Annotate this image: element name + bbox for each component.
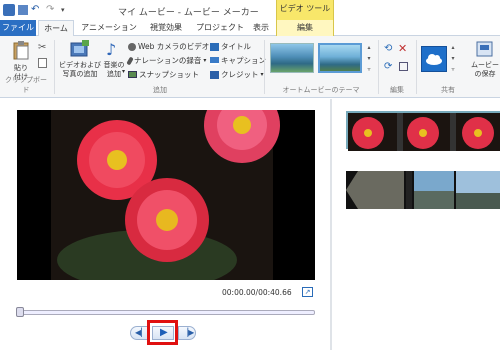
chevron-down-icon: ▾	[203, 57, 207, 64]
flower-image	[51, 110, 280, 280]
clipboard-group-label: クリップボード	[5, 76, 47, 94]
ribbon-tabs: ファイル ホーム アニメーション 視覚効果 プロジェクト 表示 編集	[0, 20, 500, 37]
save-movie-label: ムービー の保存	[471, 61, 499, 78]
narration-label: ナレーションの録音	[134, 56, 202, 65]
ribbon: 貼り 付け ✂ クリップボード ビデオおよび 写真の追加 ♪ 音楽の 追加 ▾ …	[0, 36, 500, 98]
rotate-right-icon[interactable]: ⟳	[384, 61, 392, 72]
customize-qa-icon[interactable]: ▾	[61, 4, 73, 16]
paste-icon	[13, 41, 29, 60]
more-icon[interactable]: ▿	[365, 64, 373, 75]
playback-time: 00:00.00/00:40.66	[222, 288, 292, 297]
title-label: タイトル	[221, 42, 251, 51]
microphone-icon	[126, 56, 134, 65]
save-icon[interactable]	[18, 5, 28, 15]
theme-scroll[interactable]: ▴ ▾ ▿	[365, 42, 373, 76]
select-all-icon[interactable]	[399, 62, 408, 71]
seek-bar[interactable]	[17, 310, 315, 315]
clip-2-image	[346, 171, 500, 209]
copy-icon[interactable]	[38, 58, 47, 68]
separator	[54, 40, 55, 94]
webcam-icon	[128, 42, 136, 51]
add-video-icon	[70, 40, 89, 57]
next-frame-button[interactable]: ▕▶	[178, 326, 196, 340]
add-video-label: ビデオおよび 写真の追加	[59, 61, 101, 78]
previous-frame-button[interactable]: ◀▏	[130, 326, 148, 340]
save-movie-button[interactable]: ムービー の保存	[470, 40, 500, 86]
caption-label: キャプション	[221, 56, 266, 65]
add-music-button[interactable]: ♪ 音楽の 追加	[102, 40, 126, 86]
webcam-label: Web カメラのビデオ	[138, 42, 210, 51]
theme-thumbnail-1[interactable]	[270, 43, 314, 73]
title-button[interactable]: タイトル	[210, 41, 251, 52]
remove-icon[interactable]: ✕	[398, 42, 407, 55]
add-video-photos-button[interactable]: ビデオおよび 写真の追加	[58, 40, 102, 86]
separator	[416, 40, 417, 94]
video-preview[interactable]	[17, 110, 315, 280]
credits-button[interactable]: クレジット ▾	[210, 69, 264, 80]
credits-label: クレジット	[221, 70, 259, 79]
clip-thumbnail-2[interactable]	[346, 171, 500, 209]
chevron-up-icon[interactable]: ▴	[365, 42, 373, 53]
play-button-highlight	[147, 320, 178, 345]
storyboard-pane	[332, 99, 500, 350]
snapshot-label: スナップショット	[139, 70, 199, 79]
share-scroll[interactable]: ▴ ▾ ▿	[449, 42, 457, 76]
chevron-down-icon[interactable]: ▾	[365, 53, 373, 64]
music-note-icon: ♪	[106, 40, 117, 59]
window-title: マイ ムービー - ムービー メーカー	[118, 8, 259, 18]
cut-icon[interactable]: ✂	[38, 42, 46, 53]
webcam-video-button[interactable]: Web カメラのビデオ	[128, 41, 209, 52]
tab-view[interactable]: 表示	[248, 20, 274, 36]
clip-thumbnail-1[interactable]	[346, 111, 500, 151]
more-icon[interactable]: ▿	[449, 64, 457, 75]
theme-thumbnail-2[interactable]	[318, 43, 362, 73]
tab-file[interactable]: ファイル	[0, 20, 36, 36]
title-bar: ↶ ↷ ▾ マイ ムービー - ムービー メーカー ビデオ ツール	[0, 0, 500, 21]
seek-slider-thumb[interactable]	[16, 307, 24, 317]
separator	[378, 40, 379, 94]
save-movie-icon	[476, 41, 493, 57]
previous-frame-icon: ◀▏	[135, 328, 148, 337]
credits-icon	[210, 70, 219, 79]
add-group-label: 追加	[153, 86, 167, 94]
edit-group-label: 編集	[390, 86, 404, 94]
tab-project[interactable]: プロジェクト	[194, 20, 246, 36]
tab-edit[interactable]: 編集	[276, 20, 334, 36]
snapshot-button[interactable]: スナップショット	[128, 69, 199, 80]
tab-visual-effects[interactable]: 視覚効果	[144, 20, 188, 36]
redo-icon[interactable]: ↷	[46, 4, 58, 16]
chevron-up-icon[interactable]: ▴	[449, 42, 457, 53]
tab-animations[interactable]: アニメーション	[80, 20, 138, 36]
add-music-dropdown-icon[interactable]: ▾	[122, 68, 125, 75]
tab-home[interactable]: ホーム	[38, 20, 74, 37]
record-narration-button[interactable]: ナレーションの録音 ▾	[126, 55, 207, 66]
undo-icon[interactable]: ↶	[31, 4, 43, 16]
caption-icon	[210, 56, 219, 65]
chevron-down-icon[interactable]: ▾	[449, 53, 457, 64]
quick-access-toolbar: ↶ ↷ ▾	[3, 4, 73, 16]
cloud-icon	[426, 54, 442, 65]
rotate-left-icon[interactable]: ⟲	[384, 43, 392, 54]
share-group-label: 共有	[441, 86, 455, 94]
caption-button[interactable]: キャプション	[210, 55, 266, 66]
themes-group-label: オートムービーのテーマ	[282, 86, 360, 94]
title-icon	[210, 42, 219, 51]
fullscreen-icon[interactable]: ↗	[302, 287, 313, 297]
video-tools-header: ビデオ ツール	[276, 0, 334, 20]
clip-1-image	[348, 113, 500, 151]
snapshot-icon	[128, 71, 137, 78]
onedrive-share-button[interactable]	[421, 46, 447, 72]
next-frame-icon: ▕▶	[182, 328, 195, 337]
separator	[264, 40, 265, 94]
app-icon[interactable]	[3, 4, 15, 16]
